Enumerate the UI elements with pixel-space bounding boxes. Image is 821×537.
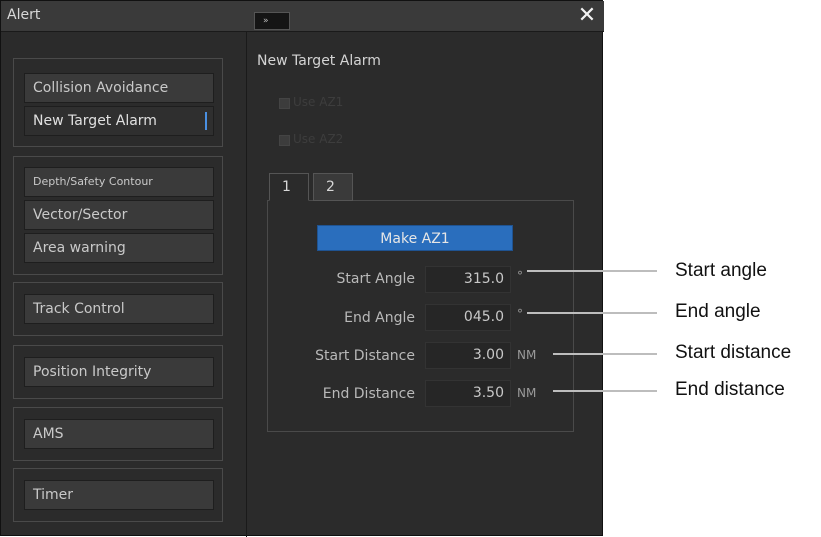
collapse-button[interactable]: »: [254, 12, 290, 30]
callout-end-angle: End angle: [675, 301, 761, 322]
sidebar-item-label: New Target Alarm: [33, 113, 157, 129]
tab-zone-1[interactable]: 1: [269, 173, 309, 201]
sidebar-item-timer[interactable]: Timer: [24, 480, 214, 510]
start-angle-unit: °: [517, 269, 523, 283]
start-distance-label: Start Distance: [315, 348, 415, 364]
start-distance-unit: NM: [517, 348, 537, 362]
page-title: New Target Alarm: [257, 53, 381, 69]
sidebar-group-navigation: Depth/Safety Contour Vector/Sector Area …: [13, 156, 223, 275]
sidebar-item-vector-sector[interactable]: Vector/Sector: [24, 200, 214, 230]
sidebar-item-collision-avoidance[interactable]: Collision Avoidance: [24, 73, 214, 103]
callout-start-distance: Start distance: [675, 342, 792, 363]
make-az1-button[interactable]: Make AZ1: [317, 225, 513, 251]
start-angle-label: Start Angle: [336, 271, 416, 287]
end-angle-unit: °: [517, 307, 523, 321]
end-distance-unit: NM: [517, 386, 537, 400]
sidebar-item-new-target-alarm[interactable]: New Target Alarm: [24, 106, 214, 136]
sidebar-item-track-control[interactable]: Track Control: [24, 294, 214, 324]
close-icon[interactable]: ✕: [575, 3, 599, 29]
sidebar-group-position: Position Integrity: [13, 345, 223, 399]
end-angle-label: End Angle: [344, 310, 415, 326]
selection-marker: [205, 112, 207, 130]
window-title: Alert: [7, 7, 41, 23]
checkbox-box[interactable]: [279, 135, 290, 146]
panel-divider: [246, 31, 247, 537]
callout-end-distance: End distance: [675, 379, 785, 400]
start-distance-input[interactable]: 3.00: [425, 342, 511, 369]
callout-leader-start-distance: [553, 353, 657, 355]
sidebar-group-ams: AMS: [13, 407, 223, 461]
sidebar-item-depth-safety-contour[interactable]: Depth/Safety Contour: [24, 167, 214, 197]
checkbox-label: Use AZ1: [293, 95, 344, 109]
sidebar-item-position-integrity[interactable]: Position Integrity: [24, 357, 214, 387]
checkbox-box[interactable]: [279, 98, 290, 109]
sidebar-group-collision: Collision Avoidance New Target Alarm: [13, 58, 223, 147]
sidebar-item-ams[interactable]: AMS: [24, 419, 214, 449]
sidebar-group-track: Track Control: [13, 282, 223, 336]
tab-zone-2[interactable]: 2: [313, 173, 353, 201]
sidebar-item-area-warning[interactable]: Area warning: [24, 233, 214, 263]
title-bar[interactable]: Alert » ✕: [1, 1, 604, 32]
callout-leader-start-angle: [527, 270, 657, 272]
sidebar-group-timer: Timer: [13, 468, 223, 522]
end-angle-input[interactable]: 045.0: [425, 304, 511, 331]
start-angle-input[interactable]: 315.0: [425, 266, 511, 293]
callout-start-angle: Start angle: [675, 260, 767, 281]
alert-window: Alert » ✕ Collision Avoidance New Target…: [0, 0, 604, 537]
end-distance-label: End Distance: [322, 386, 415, 402]
end-distance-input[interactable]: 3.50: [425, 380, 511, 407]
callout-leader-end-distance: [553, 390, 657, 392]
checkbox-label: Use AZ2: [293, 132, 344, 146]
callout-leader-end-angle: [527, 312, 657, 314]
